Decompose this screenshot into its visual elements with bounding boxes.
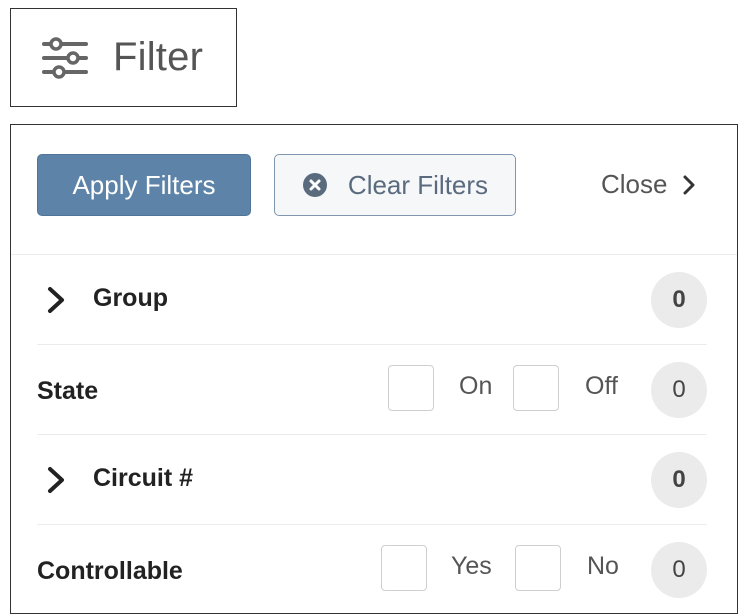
state-off-checkbox[interactable] bbox=[513, 365, 559, 411]
filter-count-badge: 0 bbox=[651, 362, 707, 418]
filter-row-label[interactable]: Circuit # bbox=[93, 464, 193, 493]
filter-row-label[interactable]: Group bbox=[93, 284, 168, 313]
filter-count-badge: 0 bbox=[651, 542, 707, 598]
state-on-checkbox[interactable] bbox=[388, 365, 434, 411]
filter-row-state: State On Off 0 bbox=[37, 345, 707, 435]
filter-panel: Apply Filters Clear Filters Close Group … bbox=[10, 124, 738, 614]
clear-filters-button[interactable]: Clear Filters bbox=[274, 154, 516, 216]
filter-row-circuit: Circuit # 0 bbox=[37, 435, 707, 525]
filter-toggle-button[interactable]: Filter bbox=[10, 8, 237, 107]
state-on-label: On bbox=[459, 372, 493, 400]
filter-toggle-label: Filter bbox=[113, 35, 204, 79]
controllable-no-label: No bbox=[587, 552, 619, 580]
clear-filters-label: Clear Filters bbox=[347, 169, 489, 200]
chevron-right-icon bbox=[683, 175, 695, 194]
filter-row-label: Controllable bbox=[37, 557, 183, 585]
close-label: Close bbox=[601, 169, 668, 199]
filter-row-group: Group 0 bbox=[37, 255, 707, 345]
filter-row-controllable: Controllable Yes No 0 bbox=[37, 525, 707, 613]
expand-chevron-icon[interactable] bbox=[45, 465, 69, 495]
controllable-yes-label: Yes bbox=[451, 552, 492, 580]
controllable-yes-checkbox[interactable] bbox=[381, 545, 427, 591]
filter-row-label: State bbox=[37, 377, 99, 405]
sliders-icon bbox=[42, 36, 88, 79]
controllable-no-checkbox[interactable] bbox=[515, 545, 561, 591]
filter-count-badge: 0 bbox=[651, 272, 707, 328]
state-off-label: Off bbox=[585, 372, 618, 400]
apply-filters-button[interactable]: Apply Filters bbox=[37, 154, 251, 216]
filter-count-badge: 0 bbox=[651, 452, 707, 508]
expand-chevron-icon[interactable] bbox=[45, 285, 69, 315]
filter-toolbar: Apply Filters Clear Filters Close bbox=[11, 125, 737, 255]
clear-circle-x-icon bbox=[302, 173, 327, 197]
close-button[interactable]: Close bbox=[601, 169, 697, 200]
